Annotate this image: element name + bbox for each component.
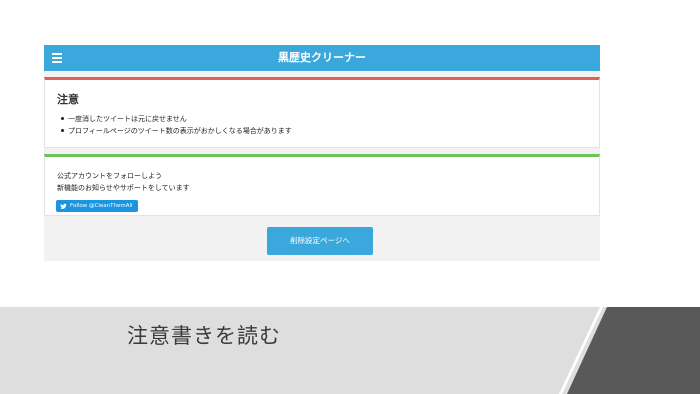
corner-decoration: [559, 307, 700, 394]
caption-text: 注意書きを読む: [127, 324, 281, 348]
